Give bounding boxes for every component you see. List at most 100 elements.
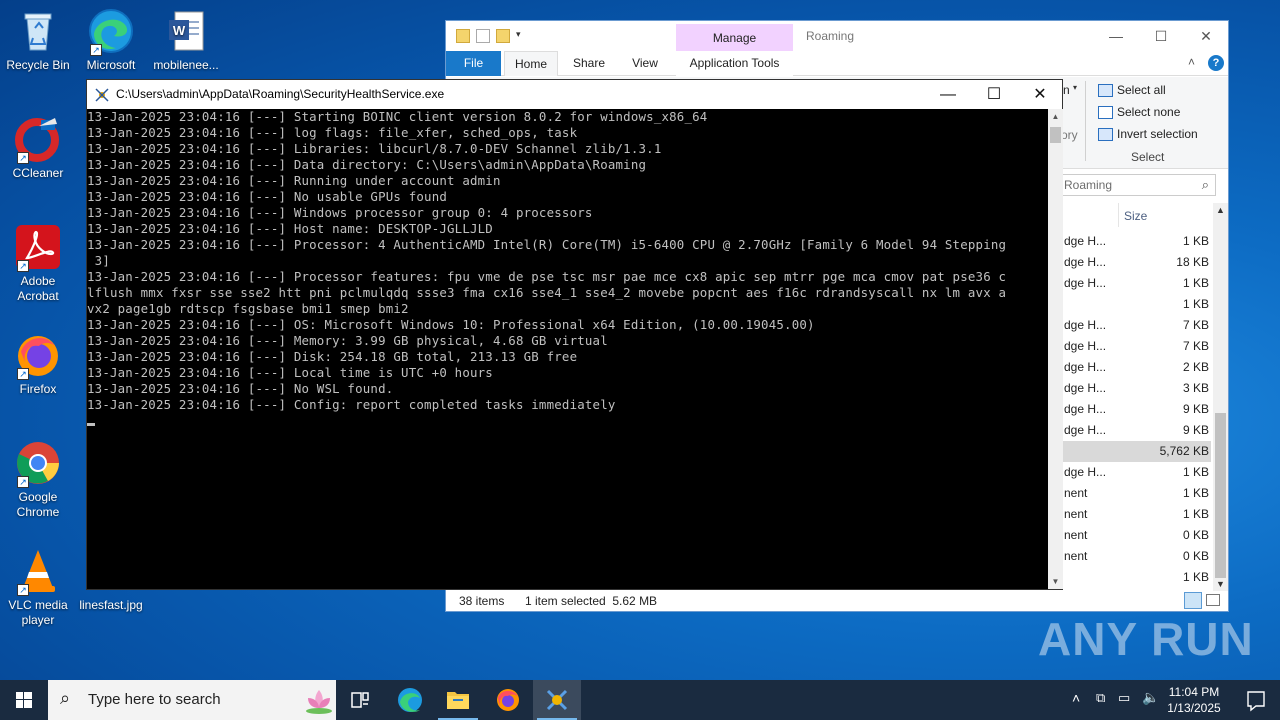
file-size: 1 KB bbox=[1182, 276, 1209, 290]
console-window[interactable]: C:\Users\admin\AppData\Roaming\SecurityH… bbox=[86, 79, 1063, 590]
list-item[interactable]: dge H... 7 KB bbox=[1061, 336, 1211, 357]
tab-file[interactable]: File bbox=[446, 51, 501, 76]
new-folder-icon[interactable] bbox=[496, 29, 510, 43]
tab-view[interactable]: View bbox=[622, 51, 668, 76]
search-input[interactable]: Roaming ⌕ bbox=[1061, 174, 1216, 196]
column-divider[interactable] bbox=[1118, 203, 1119, 227]
file-list-scrollbar[interactable]: ▲ ▼ bbox=[1213, 203, 1228, 591]
console-output[interactable]: 13-Jan-2025 23:04:16 [---] Starting BOIN… bbox=[87, 109, 1048, 589]
network-icon[interactable]: ⧉ bbox=[1096, 690, 1105, 706]
file-name: dge H... bbox=[1064, 360, 1107, 374]
details-view-icon[interactable] bbox=[1184, 592, 1202, 609]
file-list: dge H... 1 KB dge H... 18 KB dge H... 1 KB … bbox=[1061, 231, 1211, 588]
scroll-down-icon[interactable]: ▼ bbox=[1048, 577, 1063, 586]
minimize-button[interactable]: — bbox=[925, 80, 971, 109]
system-tray: ˄ ⧉ ▭ 🔈 bbox=[1066, 680, 1162, 720]
list-item[interactable]: dge H... 18 KB bbox=[1061, 252, 1211, 273]
column-header-size[interactable]: Size bbox=[1124, 209, 1147, 223]
list-item[interactable]: nent 0 KB bbox=[1061, 546, 1211, 567]
file-name: dge H... bbox=[1064, 255, 1107, 269]
console-title-bar[interactable]: C:\Users\admin\AppData\Roaming\SecurityH… bbox=[87, 80, 1062, 109]
desktop-icon-acrobat[interactable]: ↗ Adobe Acrobat bbox=[0, 224, 76, 304]
file-name: nent bbox=[1064, 486, 1088, 500]
list-item-selected[interactable]: 5,762 KB bbox=[1061, 441, 1211, 462]
taskbar-search-box[interactable]: ⌕ Type here to search bbox=[48, 680, 336, 720]
list-item[interactable]: dge H... 7 KB bbox=[1061, 315, 1211, 336]
desktop-icon-word-doc[interactable]: W mobilenee... bbox=[148, 8, 224, 73]
volume-icon[interactable]: 🔈 bbox=[1142, 689, 1159, 706]
scroll-up-icon[interactable]: ▲ bbox=[1048, 112, 1063, 121]
search-placeholder: Roaming bbox=[1064, 178, 1113, 192]
list-item[interactable]: 1 KB bbox=[1061, 567, 1211, 588]
scrollbar-thumb[interactable] bbox=[1050, 127, 1061, 143]
notifications-button[interactable] bbox=[1232, 680, 1280, 720]
desktop-icon-ccleaner[interactable]: ↗ CCleaner bbox=[0, 116, 76, 181]
file-size: 9 KB bbox=[1182, 402, 1209, 416]
tab-application-tools[interactable]: Application Tools bbox=[676, 51, 793, 76]
ethernet-icon[interactable]: ▭ bbox=[1118, 690, 1130, 706]
list-item[interactable]: dge H... 2 KB bbox=[1061, 357, 1211, 378]
maximize-button[interactable]: ☐ bbox=[971, 80, 1017, 109]
explorer-title-bar[interactable]: ▾ Manage Roaming — ☐ ✕ bbox=[446, 21, 1228, 51]
chevron-down-icon[interactable]: ▾ bbox=[516, 29, 530, 43]
tab-share[interactable]: Share bbox=[564, 51, 614, 76]
file-size: 7 KB bbox=[1182, 318, 1209, 332]
desktop-icon-linesfast[interactable]: linesfast.jpg bbox=[73, 588, 149, 613]
invert-selection-button[interactable]: Invert selection bbox=[1098, 127, 1198, 141]
taskbar-firefox[interactable] bbox=[484, 680, 532, 720]
file-size: 1 KB bbox=[1182, 465, 1209, 479]
list-item[interactable]: nent 0 KB bbox=[1061, 525, 1211, 546]
edge-icon: ↗ bbox=[88, 8, 134, 56]
taskbar-clock[interactable]: 11:04 PM 1/13/2025 bbox=[1158, 684, 1230, 716]
list-item[interactable]: nent 1 KB bbox=[1061, 483, 1211, 504]
recycle-bin-icon bbox=[15, 8, 61, 54]
close-button[interactable]: ✕ bbox=[1186, 25, 1226, 47]
desktop-icon-firefox[interactable]: ↗ Firefox bbox=[0, 332, 76, 397]
scroll-up-icon[interactable]: ▲ bbox=[1213, 205, 1228, 215]
desktop-icon-recycle-bin[interactable]: Recycle Bin bbox=[0, 8, 76, 73]
select-none-button[interactable]: Select none bbox=[1098, 105, 1180, 119]
list-item[interactable]: dge H... 1 KB bbox=[1061, 231, 1211, 252]
list-item[interactable]: dge H... 9 KB bbox=[1061, 399, 1211, 420]
file-name: nent bbox=[1064, 507, 1088, 521]
console-line: 13-Jan-2025 23:04:16 [---] Libraries: li… bbox=[87, 141, 662, 156]
chevron-up-icon[interactable]: ˄ bbox=[1072, 690, 1080, 706]
chrome-icon: ↗ bbox=[15, 440, 61, 488]
folder-icon[interactable] bbox=[456, 29, 470, 43]
manage-contextual-tab[interactable]: Manage bbox=[676, 24, 793, 51]
shortcut-arrow-icon: ↗ bbox=[17, 476, 29, 488]
properties-icon[interactable] bbox=[476, 29, 490, 43]
taskbar-file-explorer[interactable] bbox=[434, 680, 482, 720]
desktop-icon-edge[interactable]: ↗ Microsoft Edge bbox=[73, 8, 149, 73]
chevron-down-icon[interactable]: ▾ bbox=[1073, 83, 1077, 92]
large-icons-view-icon[interactable] bbox=[1206, 594, 1220, 606]
task-view-button[interactable] bbox=[336, 680, 384, 720]
list-item[interactable]: nent 1 KB bbox=[1061, 504, 1211, 525]
shortcut-arrow-icon: ↗ bbox=[17, 260, 29, 272]
tab-home[interactable]: Home bbox=[504, 51, 558, 76]
list-item[interactable]: dge H... 1 KB bbox=[1061, 462, 1211, 483]
help-icon[interactable]: ? bbox=[1208, 55, 1224, 71]
desktop-icon-vlc[interactable]: ↗ VLC media player bbox=[0, 548, 76, 628]
scroll-down-icon[interactable]: ▼ bbox=[1213, 579, 1228, 589]
maximize-button[interactable]: ☐ bbox=[1141, 25, 1181, 47]
list-item[interactable]: 1 KB bbox=[1061, 294, 1211, 315]
taskbar-edge[interactable] bbox=[386, 680, 434, 720]
file-name: dge H... bbox=[1064, 234, 1107, 248]
console-scrollbar[interactable]: ▲ ▼ bbox=[1048, 109, 1063, 589]
collapse-ribbon-icon[interactable]: ˄ bbox=[1188, 55, 1195, 69]
close-button[interactable]: ✕ bbox=[1017, 80, 1063, 109]
console-cursor bbox=[87, 423, 95, 426]
list-item[interactable]: dge H... 3 KB bbox=[1061, 378, 1211, 399]
task-view-icon bbox=[351, 692, 369, 708]
list-item[interactable]: dge H... 1 KB bbox=[1061, 273, 1211, 294]
scrollbar-thumb[interactable] bbox=[1215, 413, 1226, 578]
file-name: dge H... bbox=[1064, 276, 1107, 290]
list-item[interactable]: dge H... 9 KB bbox=[1061, 420, 1211, 441]
desktop-icon-chrome[interactable]: ↗ Google Chrome bbox=[0, 440, 76, 520]
select-all-button[interactable]: Select all bbox=[1098, 83, 1166, 97]
minimize-button[interactable]: — bbox=[1096, 25, 1136, 47]
start-button[interactable] bbox=[0, 680, 48, 720]
taskbar-boinc-console[interactable] bbox=[533, 680, 581, 720]
console-line: 13-Jan-2025 23:04:16 [---] Memory: 3.99 … bbox=[87, 333, 608, 348]
